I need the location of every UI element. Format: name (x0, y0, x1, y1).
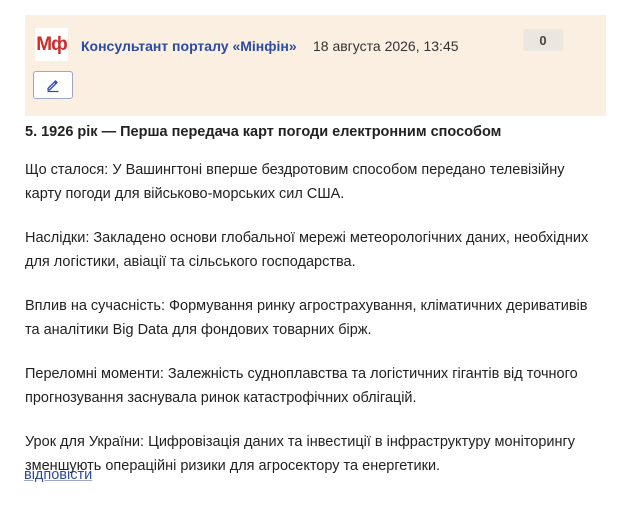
author-name[interactable]: Консультант порталу «Мінфін» (81, 38, 297, 54)
minfin-logo: Мф (35, 28, 68, 61)
paragraph-what-happened: Що сталося: У Вашингтоні вперше бездрото… (25, 162, 565, 202)
logo-text: Мф (36, 33, 67, 55)
paragraph-turning-points: Переломні моменти: Залежність судноплавс… (25, 366, 578, 406)
comment-body: 5. 1926 рік — Перша передача карт погоди… (25, 120, 600, 498)
comment-header: Мф Консультант порталу «Мінфін» 18 авгус… (25, 15, 606, 116)
paragraph-lesson-ukraine: Урок для України: Цифровізація даних та … (25, 434, 576, 474)
comment-date: 18 августа 2026, 13:45 (313, 38, 459, 54)
pencil-icon (47, 80, 59, 93)
post-title: 5. 1926 рік — Перша передача карт погоди… (25, 124, 502, 140)
edit-button[interactable] (33, 71, 73, 99)
reply-link[interactable]: відповісти (24, 467, 92, 483)
rating-counter[interactable]: 0 (523, 29, 563, 51)
paragraph-consequences: Наслідки: Закладено основи глобальної ме… (25, 230, 589, 270)
paragraph-modern-impact: Вплив на сучасність: Формування ринку аг… (25, 298, 588, 338)
